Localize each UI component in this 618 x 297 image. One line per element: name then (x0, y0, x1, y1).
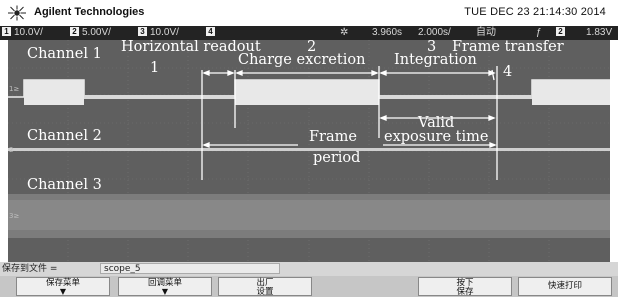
channel-1-label: Channel 1 (27, 46, 102, 62)
recall-menu-button[interactable]: 回调菜单 ▼ (118, 277, 212, 296)
channel-2-label: Channel 2 (27, 128, 102, 144)
header-bar: Agilent Technologies TUE DEC 23 21:14:30… (0, 0, 618, 26)
channel-2-trace (8, 148, 610, 151)
trigger-channel-badge: 2 (556, 27, 565, 36)
factory-setup-line-2: 设置 (256, 287, 274, 297)
save-to-file-label: 保存到文件 = (2, 264, 58, 274)
trigger-mode[interactable]: 自动 (476, 26, 496, 40)
channel-3-scale-value: 10.0V/ (150, 27, 179, 38)
channel-3-label: Channel 3 (27, 177, 102, 193)
press-to-save-button[interactable]: 按下 保存 (418, 277, 512, 297)
arrow-down-icon: ▼ (59, 287, 67, 296)
save-to-file-bar: 保存到文件 = scope_5 (0, 262, 618, 276)
channel-1-badge: 1 (2, 27, 11, 36)
date-time: TUE DEC 23 21:14:30 2014 (464, 6, 606, 18)
channel-1-scale-value: 10.0V/ (14, 27, 43, 38)
status-bar: 1 10.0V/ 2 5.00V/ 3 10.0V/ 4 ✲ 3.960s 2.000… (0, 26, 618, 40)
scope-display[interactable]: 1≥ 2 3≥ Channel 1 Horizontal readout 1 2… (8, 40, 610, 262)
factory-setup-button[interactable]: 出厂 设置 (218, 277, 312, 297)
save-menu-button[interactable]: 保存菜单 ▼ (16, 277, 110, 296)
channel-2-badge: 2 (70, 27, 79, 36)
phase-4-label: 4 (503, 64, 513, 80)
filename-field[interactable]: scope_5 (100, 263, 280, 274)
frame-label: Frame (309, 129, 357, 145)
delay-value[interactable]: 3.960s (372, 26, 402, 40)
channel-3-badge: 3 (138, 27, 147, 36)
channel-1-marker: 1≥ (9, 85, 19, 93)
brand-name: Agilent Technologies (34, 6, 145, 18)
channel-1-trace (8, 79, 610, 105)
channel-3-scale[interactable]: 3 10.0V/ (138, 26, 179, 40)
channel-3-marker: 3≥ (9, 212, 19, 220)
channel-4-badge: 4 (206, 27, 215, 36)
channel-2-scale-value: 5.00V/ (82, 27, 111, 38)
press-to-save-line-2: 保存 (456, 287, 474, 297)
trigger-delay-icon: ✲ (340, 27, 349, 38)
timebase-value[interactable]: 2.000s/ (418, 26, 451, 40)
quick-print-label: 快速打印 (547, 281, 582, 291)
exposure-time-label: exposure time (384, 129, 489, 145)
agilent-logo-icon (8, 5, 26, 21)
quick-print-button[interactable]: 快速打印 (518, 277, 612, 296)
trigger-source[interactable]: 2 (556, 26, 568, 40)
channel-2-marker: 2 (9, 146, 13, 154)
phase-1-label: 1 (150, 60, 160, 76)
softkey-bar: 保存菜单 ▼ 回调菜单 ▼ 出厂 设置 按下 保存 快速打印 (0, 276, 618, 297)
trigger-edge-icon: ƒ (536, 27, 542, 38)
channel-4-scale[interactable]: 4 (206, 26, 218, 40)
waveform-plot: 1≥ 2 3≥ (8, 40, 610, 262)
arrow-down-icon: ▼ (161, 287, 169, 296)
charge-excretion-label: Charge excretion (238, 52, 366, 68)
channel-2-scale[interactable]: 2 5.00V/ (70, 26, 111, 40)
channel-1-scale[interactable]: 1 10.0V/ (2, 26, 43, 40)
trigger-level[interactable]: 1.83V (586, 26, 612, 40)
integration-label: Integration (394, 52, 477, 68)
period-label: period (313, 150, 361, 166)
